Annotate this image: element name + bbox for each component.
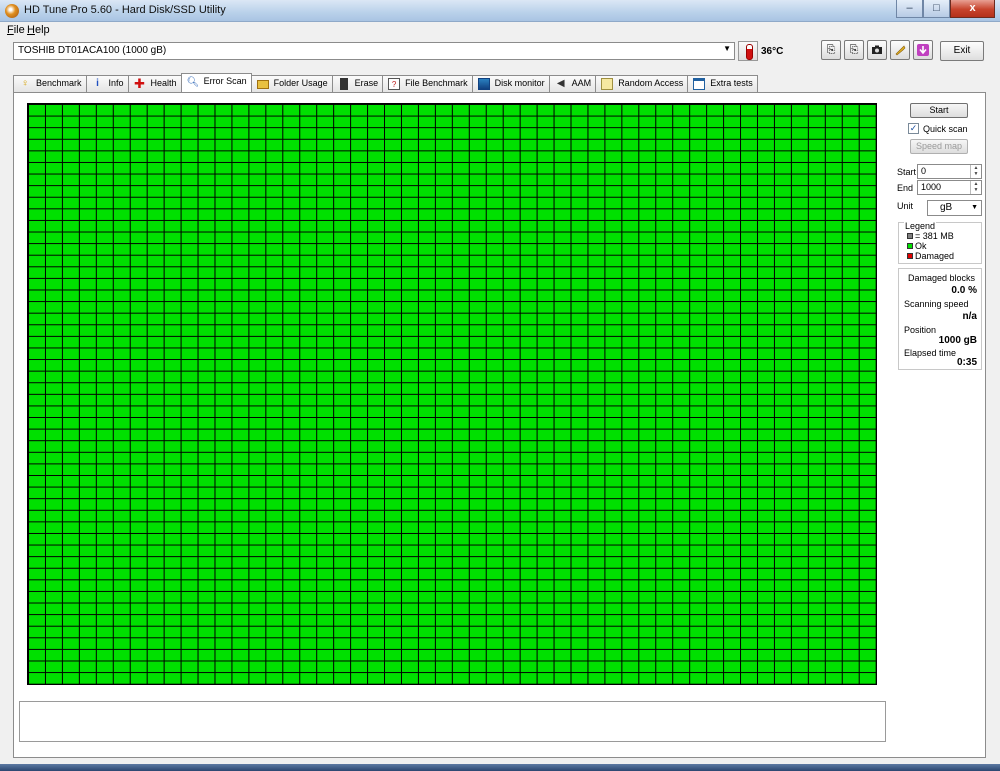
- folder-icon: [256, 80, 269, 89]
- tab-aam[interactable]: ◀︎ AAM: [548, 75, 597, 92]
- exit-button[interactable]: Exit: [940, 41, 984, 61]
- temperature-readout: 36°C: [761, 46, 784, 57]
- position-label: Position: [904, 325, 937, 335]
- speaker-icon: ◀︎: [556, 78, 565, 89]
- tab-health[interactable]: ✚ Health: [127, 75, 182, 92]
- drive-select[interactable]: TOSHIB DT01ACA100 (1000 gB) ▼: [13, 42, 735, 60]
- disk-monitor-icon: [477, 78, 490, 90]
- taskbar: [0, 764, 1000, 771]
- scanning-speed-label: Scanning speed: [904, 299, 969, 309]
- green-swatch-icon: [907, 243, 913, 249]
- menu-file[interactable]: File: [7, 24, 25, 36]
- tab-info[interactable]: i Info: [85, 75, 129, 92]
- legend-block-size: = 381 MB: [907, 231, 954, 241]
- chevron-down-icon: ▼: [971, 204, 978, 211]
- tab-folder-usage[interactable]: Folder Usage: [250, 75, 333, 92]
- copy-text-icon: ⎘: [826, 44, 836, 56]
- tab-file-benchmark[interactable]: ? File Benchmark: [382, 75, 473, 92]
- camera-icon: [872, 45, 882, 54]
- options-button[interactable]: [890, 40, 910, 60]
- scanning-speed-value: n/a: [962, 311, 977, 322]
- legend-ok: Ok: [907, 241, 927, 251]
- legend-title: Legend: [904, 221, 937, 231]
- minimize-button[interactable]: –: [896, 0, 923, 18]
- screenshot-button[interactable]: [867, 40, 887, 60]
- extra-tests-icon: [693, 78, 706, 90]
- start-scan-button[interactable]: Start: [910, 103, 968, 118]
- scan-statistics: Damaged blocks 0.0 % Scanning speed n/a …: [898, 268, 982, 370]
- copy-info-icon: ⎘: [849, 44, 859, 56]
- scan-log: [19, 701, 886, 742]
- chevron-down-icon: ▼: [723, 44, 731, 53]
- tab-disk-monitor[interactable]: Disk monitor: [471, 75, 550, 92]
- window-controls: – □ x: [896, 0, 995, 19]
- elapsed-time-value: 0:35: [956, 357, 977, 368]
- start-stepper[interactable]: 0 ▲ ▼: [917, 164, 982, 179]
- app-icon: [5, 4, 19, 18]
- spin-arrows-icon[interactable]: ▲ ▼: [970, 165, 981, 178]
- close-button[interactable]: x: [950, 0, 995, 18]
- damaged-blocks-value: 0.0 %: [951, 285, 977, 296]
- error-scan-icon: 🔍︎: [186, 77, 200, 88]
- save-icon: [917, 44, 929, 56]
- maximize-button[interactable]: □: [923, 0, 950, 18]
- legend-damaged: Damaged: [907, 251, 954, 261]
- unit-label: Unit: [897, 201, 914, 211]
- options-icon: [895, 45, 906, 56]
- tab-bar: ♀ Benchmark i Info ✚ Health 🔍︎ Error Sca…: [13, 73, 758, 92]
- error-scan-block-map: [27, 103, 877, 685]
- position-value: 1000 gB: [938, 335, 977, 346]
- red-swatch-icon: [907, 253, 913, 259]
- benchmark-icon: ♀: [21, 78, 29, 89]
- info-icon: i: [96, 78, 99, 89]
- tab-benchmark[interactable]: ♀ Benchmark: [13, 75, 87, 92]
- menu-bar: File Help: [0, 22, 1000, 39]
- quick-scan-checkbox[interactable]: ✓ Quick scan: [908, 123, 968, 134]
- tab-extra-tests[interactable]: Extra tests: [687, 75, 758, 92]
- thermometer-icon: [738, 41, 758, 61]
- unit-select[interactable]: gB ▼: [927, 200, 982, 216]
- file-benchmark-icon: ?: [388, 78, 401, 90]
- window-title: HD Tune Pro 5.60 - Hard Disk/SSD Utility: [24, 4, 226, 16]
- save-button[interactable]: [913, 40, 933, 60]
- elapsed-time-label: Elapsed time: [904, 348, 957, 358]
- end-label: End: [897, 183, 914, 193]
- legend: Legend = 381 MB Ok Damaged: [898, 221, 982, 264]
- menu-help[interactable]: Help: [27, 24, 50, 36]
- drive-select-value: TOSHIB DT01ACA100 (1000 gB): [18, 45, 167, 56]
- spin-arrows-icon[interactable]: ▲ ▼: [970, 181, 981, 194]
- copy-text-button[interactable]: ⎘: [821, 40, 841, 60]
- tab-erase[interactable]: Erase: [331, 75, 384, 92]
- health-icon: ✚: [134, 76, 145, 91]
- random-access-icon: [601, 78, 614, 90]
- end-stepper[interactable]: 1000 ▲ ▼: [917, 180, 982, 195]
- gray-swatch-icon: [907, 233, 913, 239]
- tab-error-scan[interactable]: 🔍︎ Error Scan: [180, 73, 252, 92]
- damaged-blocks-label: Damaged blocks: [908, 273, 976, 283]
- speed-map-button[interactable]: Speed map: [910, 139, 968, 154]
- check-icon: ✓: [908, 123, 919, 134]
- start-label: Start: [897, 167, 917, 177]
- copy-info-button[interactable]: ⎘: [844, 40, 864, 60]
- tab-random-access[interactable]: Random Access: [595, 75, 689, 92]
- erase-icon: [339, 78, 348, 90]
- title-bar: HD Tune Pro 5.60 - Hard Disk/SSD Utility…: [0, 0, 1000, 22]
